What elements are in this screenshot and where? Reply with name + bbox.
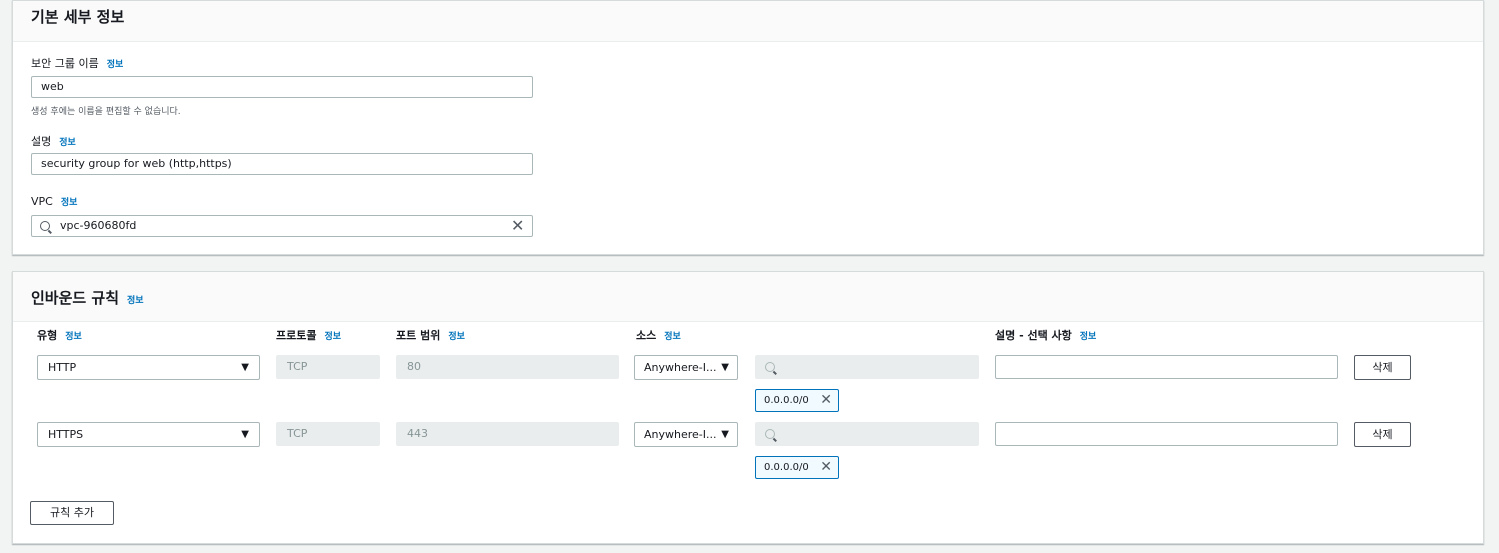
rule-type-select[interactable]: HTTPS ▼ [37,422,260,447]
basic-details-title: 기본 세부 정보 [31,8,125,26]
caret-down-icon: ▼ [241,429,249,440]
port-info-link[interactable]: 정보 [448,332,465,342]
vpc-input[interactable]: vpc-960680fd [31,215,533,237]
rule-cidr-search[interactable] [755,355,979,379]
type-info-link[interactable]: 정보 [65,332,82,342]
description-input[interactable]: security group for web (http,https) [31,153,533,175]
search-icon [765,429,775,439]
close-icon[interactable]: ✕ [511,218,524,234]
rule-description-input[interactable] [995,355,1338,379]
inbound-info-link[interactable]: 정보 [127,296,144,306]
inbound-rules-title: 인바운드 규칙 정보 [31,289,144,307]
sg-name-info-link[interactable]: 정보 [107,60,124,70]
protocol-info-link[interactable]: 정보 [324,332,341,342]
rule-type-select[interactable]: HTTP ▼ [37,355,260,380]
basic-details-card: 기본 세부 정보 보안 그룹 이름 정보 web 생성 후에는 이름을 편집할 수… [12,0,1484,255]
col-source: 소스 정보 [636,329,681,342]
col-type: 유형 정보 [37,329,82,342]
rule-description-input[interactable] [995,422,1338,446]
basic-details-header: 기본 세부 정보 [13,1,1483,42]
description-col-info-link[interactable]: 정보 [1080,332,1097,342]
rule-source-select[interactable]: Anywhere-I... ▼ [634,355,738,380]
close-icon[interactable]: ✕ [820,390,832,411]
rule-cidr-search[interactable] [755,422,979,446]
source-info-link[interactable]: 정보 [664,332,681,342]
inbound-rules-card: 인바운드 규칙 정보 [12,271,1484,544]
rule-protocol: TCP [276,422,380,446]
delete-rule-button[interactable]: 삭제 [1354,422,1411,447]
vpc-input-value: vpc-960680fd [60,219,137,232]
sg-name-label: 보안 그룹 이름 정보 [31,57,124,70]
caret-down-icon: ▼ [721,429,729,440]
rule-protocol: TCP [276,355,380,379]
add-rule-button[interactable]: 규칙 추가 [30,501,114,525]
col-description: 설명 - 선택 사항 정보 [995,329,1097,342]
col-protocol: 프로토콜 정보 [276,329,342,342]
rule-port: 443 [396,422,619,446]
vpc-info-link[interactable]: 정보 [61,198,78,208]
vpc-label: VPC 정보 [31,195,78,208]
cidr-token: 0.0.0.0/0 ✕ [755,389,839,412]
cidr-token: 0.0.0.0/0 ✕ [755,456,839,479]
search-icon [40,221,50,231]
close-icon[interactable]: ✕ [820,457,832,478]
sg-name-hint: 생성 후에는 이름을 편집할 수 없습니다. [31,107,181,117]
caret-down-icon: ▼ [241,362,249,373]
description-label: 설명 정보 [31,135,76,148]
description-info-link[interactable]: 정보 [59,138,76,148]
inbound-rules-header: 인바운드 규칙 정보 [13,272,1483,322]
rule-port: 80 [396,355,619,379]
sg-name-input[interactable]: web [31,76,533,98]
col-port: 포트 범위 정보 [396,329,465,342]
rule-source-select[interactable]: Anywhere-I... ▼ [634,422,738,447]
caret-down-icon: ▼ [721,362,729,373]
search-icon [765,362,775,372]
delete-rule-button[interactable]: 삭제 [1354,355,1411,380]
scrollbar[interactable] [1485,0,1499,553]
